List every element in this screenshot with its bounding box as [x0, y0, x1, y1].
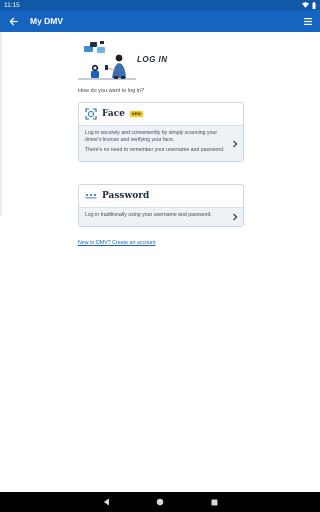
password-dots-icon	[85, 194, 97, 199]
triangle-back-icon	[103, 498, 109, 506]
create-account-link[interactable]: New to DMV? Create an account	[78, 240, 155, 246]
back-button[interactable]	[6, 14, 20, 28]
chevron-right-icon	[233, 213, 238, 221]
app-bar: My DMV	[0, 10, 320, 32]
face-scan-icon	[85, 108, 97, 120]
nav-back-button[interactable]	[101, 497, 111, 507]
hamburger-icon	[304, 17, 312, 25]
menu-button[interactable]	[302, 15, 314, 27]
circle-home-icon	[156, 498, 164, 506]
system-nav-bar	[0, 492, 320, 512]
password-description: Log in traditionally using your username…	[85, 212, 212, 218]
page-title: LOG IN	[137, 55, 168, 64]
side-edge	[0, 32, 2, 216]
status-time: 11:15	[4, 1, 20, 9]
password-card-description: Log in traditionally using your username…	[79, 208, 243, 226]
login-prompt: How do you want to log in?	[78, 88, 145, 94]
app-title: My DMV	[30, 16, 64, 26]
face-option-label: Face	[102, 109, 125, 119]
face-login-card[interactable]: Face NEW Log in securely and convenientl…	[78, 102, 244, 162]
square-recents-icon	[211, 499, 217, 505]
nav-recents-button[interactable]	[209, 497, 219, 507]
new-badge: NEW	[129, 111, 144, 117]
battery-icon	[312, 1, 316, 9]
face-description-2: There's no need to remember your usernam…	[85, 147, 225, 153]
status-bar: 11:15	[0, 0, 320, 10]
face-description-1: Log in securely and conveniently by simp…	[85, 130, 218, 143]
chevron-right-icon	[233, 140, 238, 147]
face-card-description: Log in securely and conveniently by simp…	[79, 126, 243, 161]
password-card-header: Password	[79, 185, 243, 208]
nav-home-button[interactable]	[155, 497, 165, 507]
arrow-left-icon	[9, 17, 18, 25]
wifi-icon	[302, 2, 309, 8]
password-login-card[interactable]: Password Log in traditionally using your…	[78, 184, 244, 227]
password-option-label: Password	[102, 191, 150, 201]
face-card-header: Face NEW	[79, 103, 243, 126]
